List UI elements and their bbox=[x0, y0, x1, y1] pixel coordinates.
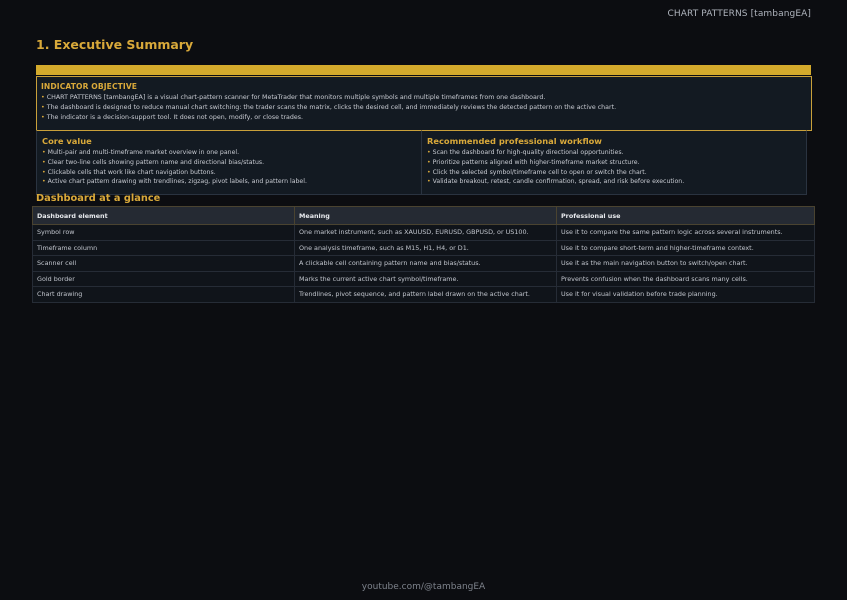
table-cell: Chart drawing bbox=[32, 286, 295, 303]
objective-bullet: • The indicator is a decision-support too… bbox=[41, 114, 304, 121]
workflow-box: Recommended professional workflow • Scan … bbox=[421, 130, 807, 195]
table-cell: Trendlines, pivot sequence, and pattern … bbox=[294, 286, 557, 303]
table-row: Chart drawing Trendlines, pivot sequence… bbox=[32, 286, 815, 303]
workflow-bullet: • Scan the dashboard for high-quality dir… bbox=[427, 149, 624, 156]
workflow-bullet: • Click the selected symbol/timeframe cel… bbox=[427, 168, 647, 176]
table-row: Gold border Marks the current active cha… bbox=[32, 270, 815, 287]
workflow-bullet: • Validate breakout, retest, candle confi… bbox=[427, 178, 685, 186]
bullet-dot-icon: • bbox=[42, 158, 46, 166]
bullet-dot-icon: • bbox=[427, 168, 431, 176]
table-cell: Use it as the main navigation button to … bbox=[556, 255, 815, 272]
document-header-title: CHART PATTERNS [tambangEA] bbox=[667, 9, 811, 19]
core-value-title: Core value bbox=[42, 136, 92, 146]
bullet-dot-icon: • bbox=[427, 158, 431, 166]
workflow-title: Recommended professional workflow bbox=[427, 136, 602, 146]
table-cell: Timeframe column bbox=[32, 239, 295, 256]
table-row: Symbol row One market instrument, such a… bbox=[32, 224, 815, 241]
core-value-bullet: • Clickable cells that work like chart na… bbox=[42, 168, 216, 176]
table-cell: Scanner cell bbox=[32, 255, 295, 272]
bullet-dot-icon: • bbox=[427, 178, 431, 186]
core-value-box: Core value • Multi-pair and multi-timefra… bbox=[36, 130, 421, 195]
column-header: Dashboard element bbox=[32, 206, 295, 225]
bullet-dot-icon: • bbox=[42, 149, 46, 156]
table-cell: Use it to compare short-term and higher-… bbox=[556, 239, 815, 256]
table-cell: Gold border bbox=[32, 270, 295, 287]
footer-link[interactable]: youtube.com/@tambangEA bbox=[0, 582, 847, 592]
table-cell: Use it to compare the same pattern logic… bbox=[556, 224, 815, 241]
objective-bullet: • The dashboard is designed to reduce man… bbox=[41, 104, 617, 111]
table-row: Timeframe column One analysis timeframe,… bbox=[32, 239, 815, 256]
gold-divider-bar bbox=[36, 65, 811, 75]
table-cell: One market instrument, such as XAUUSD, E… bbox=[294, 224, 557, 241]
bullet-dot-icon: • bbox=[41, 104, 45, 111]
table-cell: Prevents confusion when the dashboard sc… bbox=[556, 270, 815, 287]
section-title: 1. Executive Summary bbox=[36, 37, 194, 52]
table-cell: Symbol row bbox=[32, 224, 295, 241]
objective-box: INDICATOR OBJECTIVE • CHART PATTERNS [tam… bbox=[36, 76, 812, 131]
bullet-dot-icon: • bbox=[41, 94, 45, 101]
core-value-bullet: • Multi-pair and multi-timeframe market o… bbox=[42, 149, 240, 156]
bullet-dot-icon: • bbox=[42, 168, 46, 176]
bullet-dot-icon: • bbox=[427, 149, 431, 156]
core-value-bullet: • Clear two-line cells showing pattern na… bbox=[42, 158, 265, 166]
column-header: Meaning bbox=[294, 206, 557, 225]
glance-title: Dashboard at a glance bbox=[36, 193, 161, 204]
core-value-bullet: • Active chart pattern drawing with trend… bbox=[42, 178, 307, 186]
table-cell: Marks the current active chart symbol/ti… bbox=[294, 270, 557, 287]
table-cell: A clickable cell containing pattern name… bbox=[294, 255, 557, 272]
bullet-dot-icon: • bbox=[42, 178, 46, 186]
workflow-bullet: • Prioritize patterns aligned with higher… bbox=[427, 158, 640, 166]
objective-bullet: • CHART PATTERNS [tambangEA] is a visual … bbox=[41, 94, 546, 101]
table-row: Scanner cell A clickable cell containing… bbox=[32, 255, 815, 272]
column-header: Professional use bbox=[556, 206, 815, 225]
bullet-dot-icon: • bbox=[41, 114, 45, 121]
objective-title: INDICATOR OBJECTIVE bbox=[41, 82, 138, 91]
glance-table: Dashboard element Meaning Professional u… bbox=[32, 206, 815, 303]
table-cell: Use it for visual validation before trad… bbox=[556, 286, 815, 303]
table-cell: One analysis timeframe, such as M15, H1,… bbox=[294, 239, 557, 256]
table-header-row: Dashboard element Meaning Professional u… bbox=[32, 206, 815, 225]
